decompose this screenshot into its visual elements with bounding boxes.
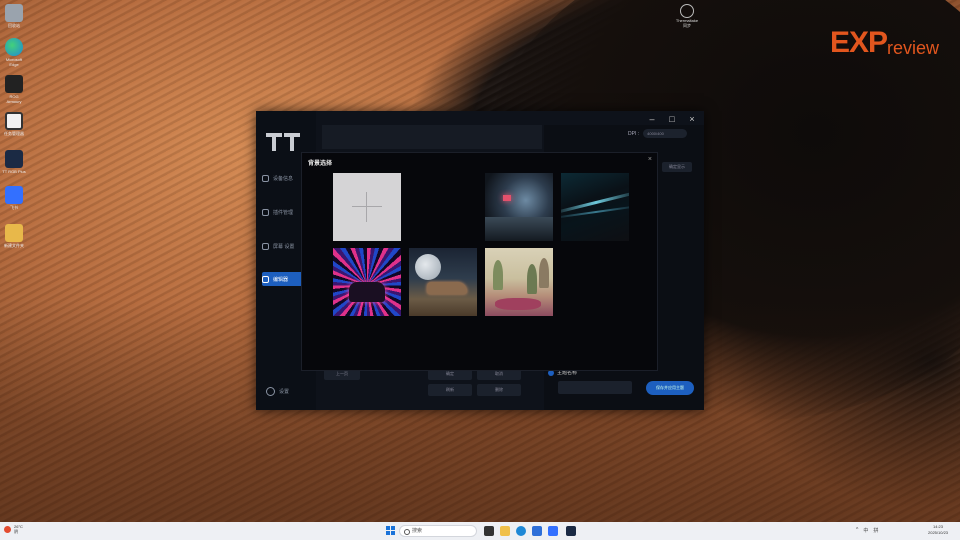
plugin-icon bbox=[262, 208, 269, 216]
add-background-tile[interactable] bbox=[333, 173, 401, 241]
desktop-icon-edge[interactable]: Microsoft Edge bbox=[2, 38, 26, 67]
edit-icon bbox=[262, 275, 269, 283]
taskbar-search[interactable]: 搜索 bbox=[399, 525, 477, 537]
weather-widget[interactable]: 26°C 阴 bbox=[4, 524, 23, 534]
tt-logo-icon bbox=[266, 133, 300, 151]
background-tile-moon-airship[interactable] bbox=[409, 248, 477, 316]
refresh-button[interactable]: 刷新 bbox=[428, 384, 472, 396]
main-header-panel bbox=[322, 125, 542, 149]
background-tile-city-night[interactable] bbox=[485, 173, 553, 241]
search-icon bbox=[404, 529, 410, 535]
desktop-icon-task-manager[interactable]: 任务管理器 bbox=[2, 112, 26, 136]
desktop-icon-sync[interactable]: Thermaltake 同步 bbox=[674, 4, 700, 29]
settings-button[interactable]: 设置 bbox=[266, 387, 289, 396]
system-tray[interactable]: ^ 中 拼 bbox=[856, 527, 878, 534]
gear-icon bbox=[266, 387, 275, 396]
desktop-icon-recycle-bin[interactable]: 回收站 bbox=[2, 4, 26, 28]
taskbar: 26°C 阴 搜索 ^ 中 拼 14:23 2025/10/23 bbox=[0, 522, 960, 540]
sync-icon bbox=[680, 4, 694, 18]
info-icon bbox=[262, 174, 269, 182]
background-tile-light-streaks[interactable] bbox=[561, 173, 629, 241]
monitor-icon bbox=[262, 242, 269, 250]
edge-icon bbox=[5, 38, 23, 56]
recycle-bin-icon bbox=[5, 4, 23, 22]
desktop-icon-feishu[interactable]: 飞书 bbox=[2, 186, 26, 210]
edge-taskbar-icon[interactable] bbox=[516, 526, 526, 536]
weather-icon bbox=[4, 525, 11, 533]
maximize-button[interactable]: □ bbox=[666, 113, 678, 125]
tt-rgb-icon bbox=[5, 150, 23, 168]
watermark-logo: EXP review bbox=[830, 26, 940, 59]
dialog-close-icon[interactable]: × bbox=[648, 156, 652, 163]
plus-icon bbox=[352, 206, 382, 207]
store-icon[interactable] bbox=[532, 526, 542, 536]
taskview-icon[interactable] bbox=[484, 526, 494, 536]
task-manager-icon bbox=[5, 112, 23, 130]
save-apply-theme-button[interactable]: 保存并应用主题 bbox=[646, 381, 694, 395]
theme-name-input[interactable] bbox=[558, 381, 632, 394]
dpi-select[interactable]: 4000/400 bbox=[643, 129, 688, 138]
desktop-icon-tt-rgb[interactable]: TT RGB Plus bbox=[2, 150, 26, 174]
background-select-dialog: 背景选择 × bbox=[301, 152, 658, 371]
armoury-icon bbox=[5, 75, 23, 93]
dialog-title: 背景选择 bbox=[308, 161, 333, 167]
folder-icon bbox=[5, 224, 23, 242]
file-explorer-icon[interactable] bbox=[500, 526, 510, 536]
background-tile-neon-tunnel[interactable] bbox=[333, 248, 401, 316]
dpi-control: DPI : 4000/400 bbox=[628, 129, 688, 138]
tt-app-taskbar-icon[interactable] bbox=[566, 526, 576, 536]
close-window-button[interactable]: × bbox=[686, 113, 698, 125]
minimize-button[interactable]: – bbox=[646, 113, 658, 125]
background-tile-empty[interactable] bbox=[409, 173, 477, 241]
desktop-icon-folder[interactable]: 新建文件夹 bbox=[2, 224, 26, 248]
feishu-taskbar-icon[interactable] bbox=[548, 526, 558, 536]
clock[interactable]: 14:23 2025/10/23 bbox=[928, 524, 948, 536]
desktop-icon-armoury[interactable]: ROG Armoury bbox=[2, 75, 26, 104]
confirm-display-button[interactable]: 确定显示 bbox=[662, 162, 692, 172]
background-tile-fantasy-landscape[interactable] bbox=[485, 248, 553, 316]
delete-button[interactable]: 删除 bbox=[477, 384, 521, 396]
start-button[interactable] bbox=[386, 526, 396, 536]
feishu-icon bbox=[5, 186, 23, 204]
